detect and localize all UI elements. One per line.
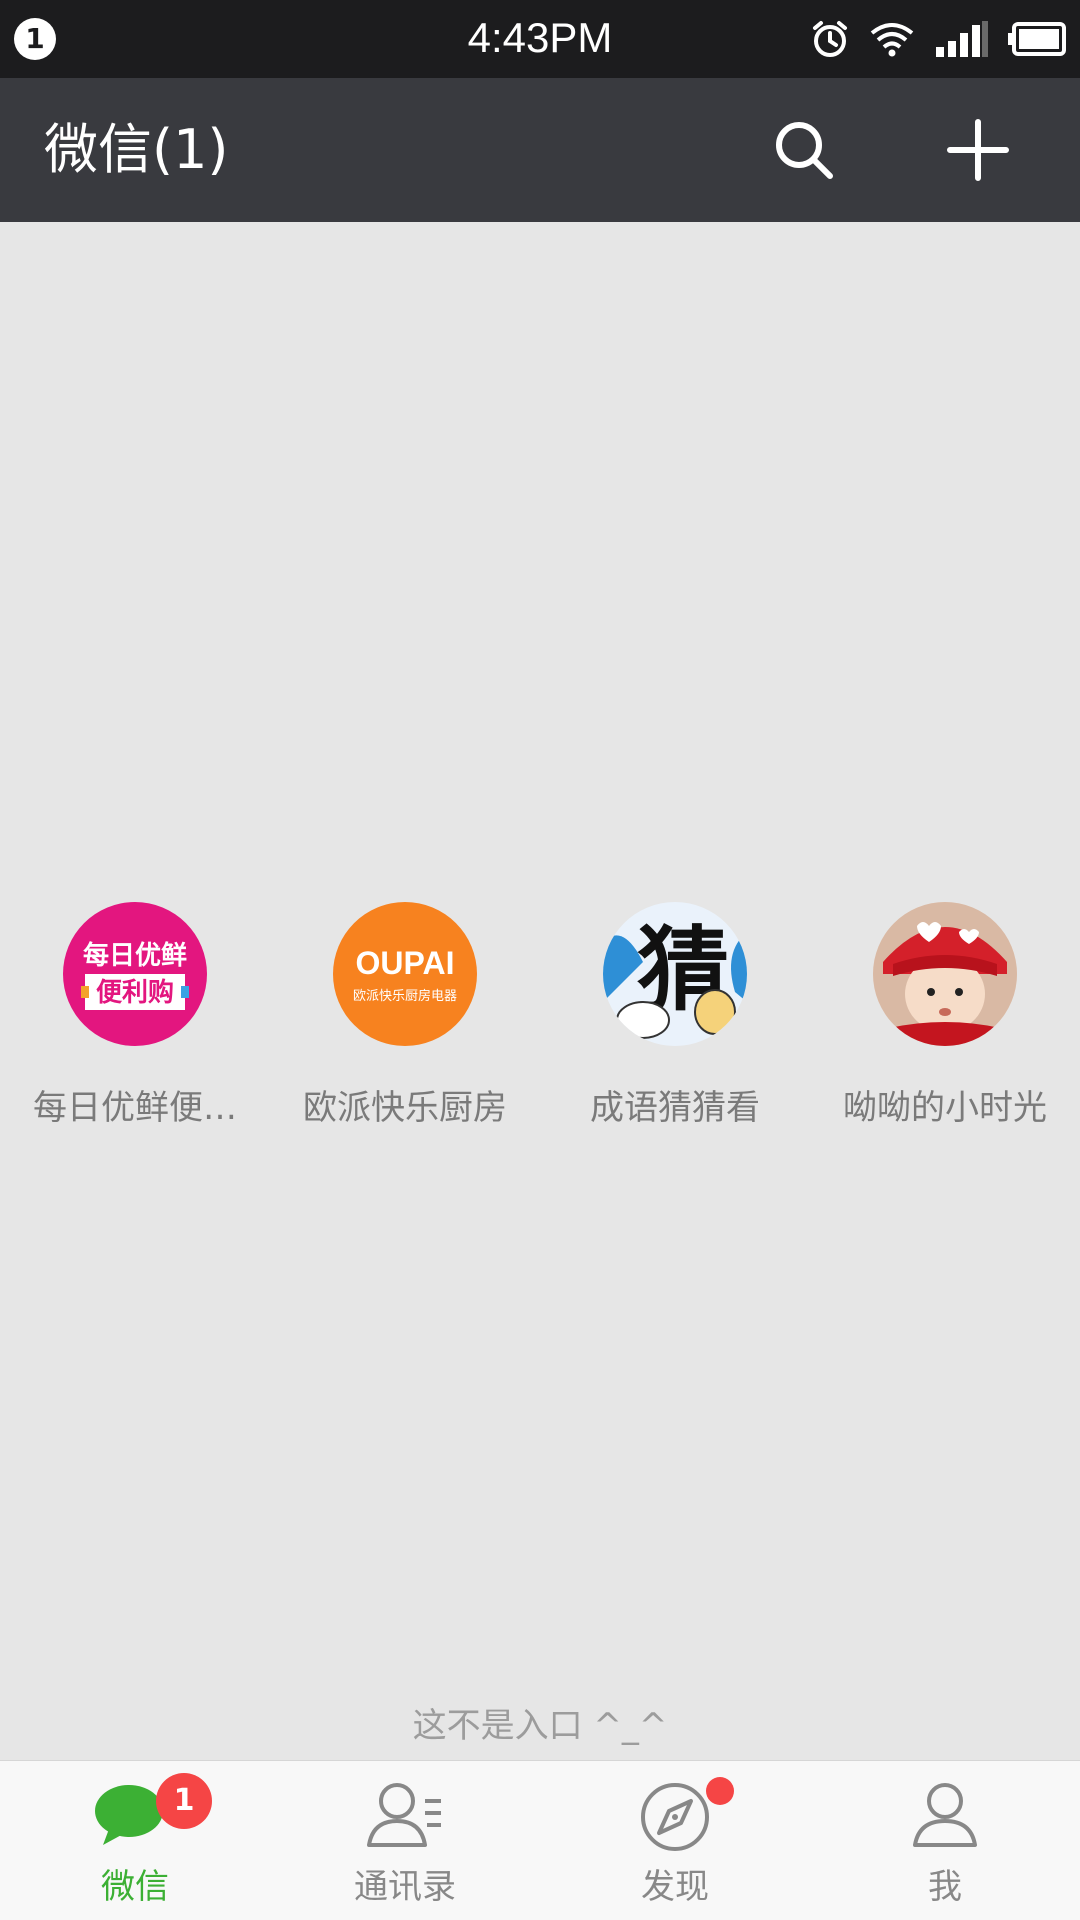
mini-program-label: 每日优鲜便… (33, 1088, 237, 1128)
mini-program-avatar: 每日优鲜 便利购 (63, 902, 207, 1046)
wechat-screen: 1 4:43PM 微信(1) 每日优鲜 便利购 每日优鲜便… OUPAI 欧派快… (0, 0, 1080, 1920)
avatar-text: 每日优鲜 (83, 940, 187, 971)
tab-contacts[interactable]: 通讯录 (270, 1761, 540, 1920)
mini-program-label: 呦呦的小时光 (843, 1088, 1047, 1128)
mini-program-avatar: OUPAI 欧派快乐厨房电器 (333, 902, 477, 1046)
signal-icon (936, 21, 988, 57)
mini-program-item[interactable]: 呦呦的小时光 (810, 902, 1080, 1142)
app-bar: 微信(1) (0, 78, 1080, 222)
tab-label: 我 (928, 1867, 962, 1907)
plus-icon (947, 119, 1009, 181)
mini-program-avatar: 猜 (603, 902, 747, 1046)
battery-icon (1008, 22, 1066, 56)
alarm-icon (813, 21, 847, 57)
search-button[interactable] (768, 114, 840, 186)
tab-discover[interactable]: 发现 (540, 1761, 810, 1920)
mini-program-item[interactable]: 每日优鲜 便利购 每日优鲜便… (0, 902, 270, 1142)
avatar-text: 便利购 (96, 978, 174, 1008)
status-icons (810, 16, 1066, 62)
wifi-icon (870, 23, 914, 57)
mini-program-item[interactable]: 猜 成语猜猜看 (540, 902, 810, 1142)
add-button[interactable] (942, 114, 1014, 186)
tab-label: 发现 (641, 1867, 709, 1907)
page-title: 微信(1) (44, 118, 229, 181)
avatar-text: 欧派快乐厨房电器 (353, 988, 457, 1004)
compass-icon (641, 1783, 709, 1851)
mini-program-item[interactable]: OUPAI 欧派快乐厨房电器 欧派快乐厨房 (270, 902, 540, 1142)
bottom-tab-bar: 1 微信 通讯录 发现 我 (0, 1760, 1080, 1920)
tab-me[interactable]: 我 (810, 1761, 1080, 1920)
hint-text: 这不是入口 ^_^ (412, 1706, 668, 1746)
status-bar: 1 4:43PM (0, 0, 1080, 78)
tab-label: 通讯录 (354, 1867, 456, 1907)
tab-label: 微信 (101, 1867, 169, 1907)
avatar-text: OUPAI (356, 945, 455, 981)
mini-program-label: 欧派快乐厨房 (303, 1088, 507, 1128)
unread-badge: 1 (156, 1773, 212, 1829)
person-icon (913, 1783, 977, 1847)
mini-program-label: 成语猜猜看 (590, 1088, 760, 1128)
search-icon (776, 122, 833, 179)
tab-chats[interactable]: 1 微信 (0, 1761, 270, 1920)
mini-program-list: 每日优鲜 便利购 每日优鲜便… OUPAI 欧派快乐厨房电器 欧派快乐厨房 猜 … (0, 902, 1080, 1142)
mini-program-avatar (873, 902, 1017, 1046)
contacts-icon (367, 1783, 441, 1847)
new-indicator-dot (706, 1777, 734, 1805)
